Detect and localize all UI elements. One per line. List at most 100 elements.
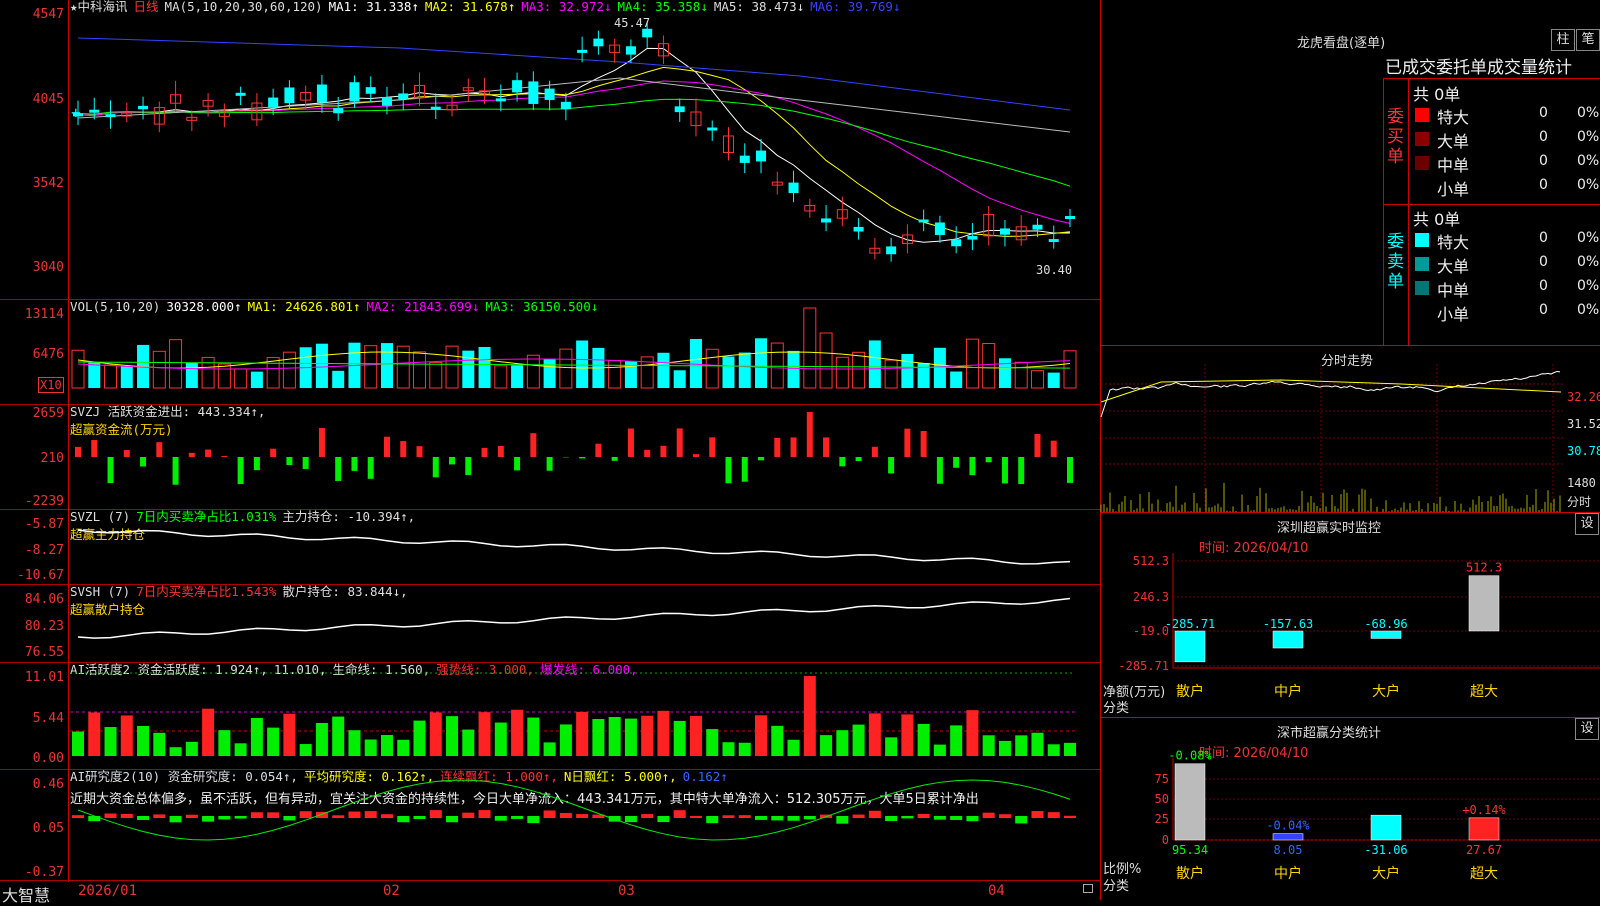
research-bar bbox=[1048, 812, 1060, 818]
ma2-line bbox=[78, 67, 1070, 236]
monitor-bar-chart[interactable]: 512.3246.3-19.0-285.71-285.71散户-157.63中户… bbox=[1101, 513, 1600, 717]
research-bar bbox=[527, 816, 539, 823]
tick-mode-button[interactable]: 笔 bbox=[1576, 29, 1600, 51]
order-row: 大单00% bbox=[1409, 127, 1600, 151]
category-bar bbox=[1469, 818, 1499, 840]
intraday-panel[interactable]: 分时走势 32.26 31.52 30.78 1480 分时 bbox=[1101, 346, 1600, 513]
ai-research-chart[interactable] bbox=[0, 770, 1100, 880]
order-percent: 0% bbox=[1577, 278, 1599, 294]
volume-bar bbox=[983, 344, 995, 388]
flow-bar bbox=[856, 457, 862, 461]
value-label: -68.96 bbox=[1364, 617, 1407, 631]
classify-bar-chart[interactable]: 7550250-0.08%95.34散户-0.04%8.05中户-31.06大户… bbox=[1101, 718, 1600, 900]
volume-bar bbox=[853, 352, 865, 388]
volume-bar bbox=[316, 344, 328, 388]
flow-bar bbox=[156, 442, 162, 457]
svzj-panel[interactable]: SVZJ 活跃资金进出: 443.334↑, 超赢资金流(万元) 2659 21… bbox=[0, 405, 1100, 510]
research-bar bbox=[72, 815, 84, 818]
volume-bar bbox=[560, 349, 572, 388]
activity-bar bbox=[934, 745, 946, 756]
svsh-line-chart[interactable] bbox=[0, 585, 1100, 663]
value-label: -157.63 bbox=[1263, 617, 1314, 631]
flow-bar bbox=[986, 457, 992, 462]
svzl-panel[interactable]: SVZL (7)7日内买卖净占比1.031%主力持仓: -10.394↑, 超赢… bbox=[0, 510, 1100, 585]
volume-panel[interactable]: VOL(5,10,20)30328.000↑MA1: 24626.801↑MA2… bbox=[0, 300, 1100, 405]
flow-bar bbox=[238, 457, 244, 484]
candle-body bbox=[545, 89, 555, 100]
volume-bar bbox=[755, 338, 767, 388]
svzj-bar-chart[interactable] bbox=[0, 405, 1100, 510]
research-bar bbox=[105, 814, 117, 818]
research-bar bbox=[999, 814, 1011, 818]
research-line bbox=[78, 780, 1070, 840]
activity-bar bbox=[739, 743, 751, 756]
bar-mode-button[interactable]: 柱 bbox=[1551, 29, 1575, 51]
high-label: 45.47 bbox=[614, 16, 650, 30]
ai-activity-chart[interactable] bbox=[0, 663, 1100, 770]
ai-research-panel[interactable]: AI研究度2(10) 资金研究度: 0.054↑,平均研究度: 0.162↑,连… bbox=[0, 770, 1100, 880]
activity-bar bbox=[853, 725, 865, 756]
ai-activity-panel[interactable]: AI活跃度2 资金活跃度: 1.924↑,11.010,生命线: 1.560,强… bbox=[0, 663, 1100, 770]
y-tick-label: 246.3 bbox=[1133, 590, 1169, 604]
y-tick-label: 75 bbox=[1155, 772, 1169, 786]
activity-bar bbox=[495, 723, 507, 756]
volume-bar bbox=[251, 372, 263, 388]
flow-bar bbox=[189, 453, 195, 457]
lock-icon[interactable] bbox=[1083, 884, 1093, 893]
candle-body bbox=[626, 46, 636, 54]
flow-bar bbox=[1018, 457, 1024, 484]
x-axis-bar: 大智慧 2026/01 02 03 04 bbox=[0, 880, 1100, 901]
research-bar bbox=[706, 816, 718, 823]
research-bar bbox=[267, 812, 279, 818]
activity-bar bbox=[88, 712, 100, 756]
order-row: 大单00% bbox=[1409, 252, 1600, 276]
order-count: 0 bbox=[1539, 129, 1548, 145]
flow-bar bbox=[872, 447, 878, 457]
order-row: 中单 0 0% bbox=[1409, 276, 1600, 300]
research-bar bbox=[544, 810, 556, 818]
price-panel[interactable]: ★中科海讯日线MA(5,10,20,30,60,120)MA1: 31.338↑… bbox=[0, 0, 1100, 300]
order-count: 0 bbox=[1539, 278, 1548, 294]
activity-bar bbox=[609, 717, 621, 756]
category-bar bbox=[1371, 631, 1401, 638]
value-label: 27.67 bbox=[1466, 843, 1502, 857]
buy-total: 共 0单 bbox=[1413, 81, 1460, 105]
flow-bar bbox=[335, 457, 341, 481]
flow-bar bbox=[677, 428, 683, 457]
candlestick-chart[interactable] bbox=[0, 0, 1100, 300]
candle-body bbox=[593, 39, 603, 47]
volume-bar bbox=[544, 359, 556, 388]
flow-bar bbox=[286, 457, 292, 465]
activity-bar bbox=[804, 676, 816, 756]
flow-bar bbox=[1034, 434, 1040, 457]
intraday-chart[interactable] bbox=[1101, 362, 1565, 512]
flow-bar bbox=[644, 450, 650, 457]
flow-bar bbox=[1002, 457, 1008, 483]
volume-chart[interactable] bbox=[0, 300, 1100, 405]
research-bar bbox=[137, 816, 149, 820]
flow-bar bbox=[888, 457, 894, 473]
order-count: 0 bbox=[1539, 177, 1548, 193]
volume-bar bbox=[1064, 351, 1076, 388]
category-label: 大户 bbox=[1372, 683, 1400, 700]
category-bar bbox=[1273, 631, 1303, 648]
candle-body bbox=[284, 87, 294, 103]
activity-bar bbox=[983, 735, 995, 756]
y-tick-label: 50 bbox=[1155, 792, 1169, 806]
candle-body bbox=[740, 156, 750, 163]
candle-body bbox=[967, 236, 977, 240]
flow-bar bbox=[91, 440, 97, 457]
volume-bar bbox=[446, 346, 458, 388]
research-bar bbox=[251, 812, 263, 818]
candle-body bbox=[561, 102, 571, 109]
research-bar bbox=[218, 816, 230, 820]
research-bar bbox=[869, 811, 881, 818]
order-type-label: 中单 bbox=[1437, 277, 1469, 301]
candle-body bbox=[1000, 228, 1010, 234]
left-chart-area[interactable]: ★中科海讯日线MA(5,10,20,30,60,120)MA1: 31.338↑… bbox=[0, 0, 1100, 900]
svzl-line-chart[interactable] bbox=[0, 510, 1100, 585]
activity-bar bbox=[72, 732, 84, 756]
flow-bar bbox=[953, 457, 959, 468]
svsh-panel[interactable]: SVSH (7)7日内买卖净占比1.543%散户持仓: 83.844↓, 超赢散… bbox=[0, 585, 1100, 663]
color-swatch bbox=[1415, 180, 1429, 194]
